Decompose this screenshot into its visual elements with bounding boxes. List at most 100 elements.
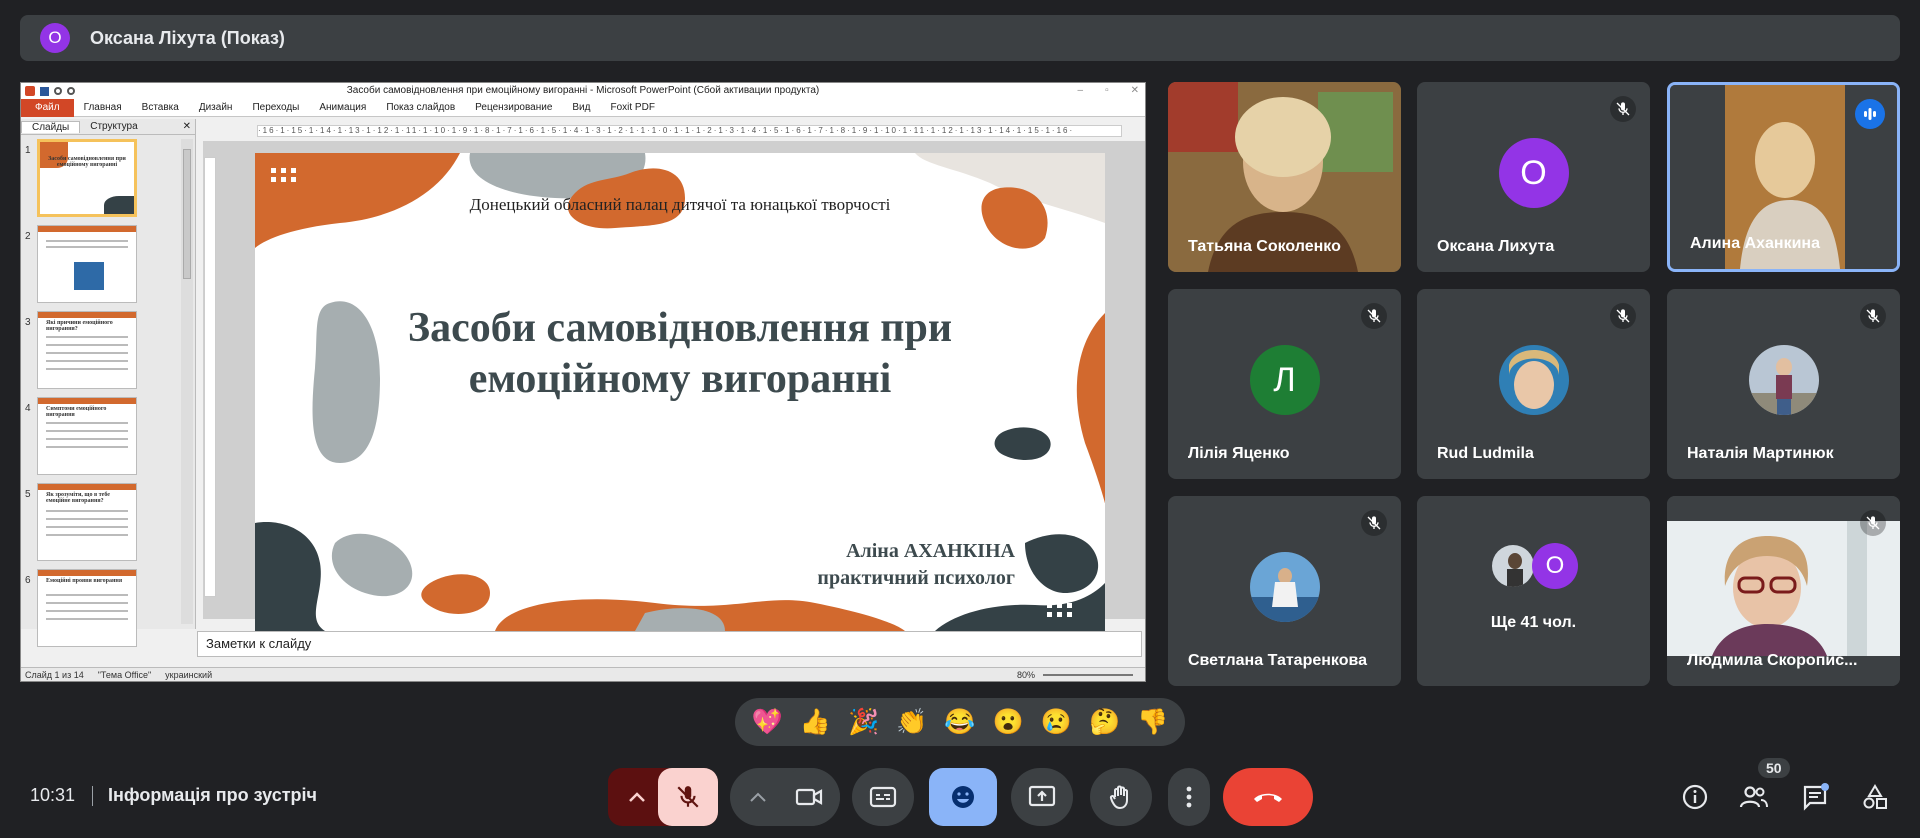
slide-thumbnail[interactable] <box>37 225 137 303</box>
close-icon[interactable]: ✕ <box>1131 85 1139 96</box>
participant-photo-avatar <box>1498 345 1569 416</box>
participant-avatar: О <box>1498 138 1569 209</box>
leave-call-button[interactable] <box>1223 768 1313 826</box>
tab-home[interactable]: Главная <box>74 102 132 113</box>
maximize-icon[interactable]: ▫ <box>1105 85 1109 96</box>
tab-view[interactable]: Вид <box>562 102 600 113</box>
thumb-number: 3 <box>25 317 31 328</box>
emoji-button[interactable] <box>929 768 997 826</box>
mic-off-icon <box>1361 510 1387 536</box>
language[interactable]: украинский <box>165 670 212 680</box>
reaction-thumbs-down[interactable]: 👎 <box>1137 708 1168 737</box>
author-role: практичний психолог <box>817 567 1015 589</box>
current-slide[interactable]: Донецький обласний палац дитячої та юнац… <box>255 153 1105 631</box>
participant-photo-avatar <box>1490 543 1536 589</box>
reaction-heart[interactable]: 💖 <box>752 708 783 737</box>
thumb-number: 6 <box>25 575 31 586</box>
participant-name: Rud Ludmila <box>1437 445 1534 462</box>
participant-name: Оксана Лихута <box>1437 238 1555 255</box>
chevron-up-icon <box>629 792 645 802</box>
presenter-name: Оксана Ліхута (Показ) <box>90 27 285 48</box>
thumb-number: 2 <box>25 231 31 242</box>
participant-tile[interactable]: Людмила Скоропис... <box>1667 496 1900 686</box>
raise-hand-button[interactable] <box>1090 768 1152 826</box>
slide-thumbnail[interactable]: Як зрозуміти, що в тебе емоційне вигоран… <box>37 483 137 561</box>
thumb-title: Засоби самовідновлення при емоційному ви… <box>48 156 126 168</box>
reaction-party[interactable]: 🎉 <box>848 708 879 737</box>
tab-design[interactable]: Дизайн <box>189 102 243 113</box>
tab-animations[interactable]: Анимация <box>309 102 376 113</box>
mic-off-icon <box>677 786 699 808</box>
participant-tile[interactable]: Наталія Мартинюк <box>1667 289 1900 479</box>
tab-foxit[interactable]: Foxit PDF <box>600 102 664 113</box>
people-button[interactable] <box>1725 768 1783 826</box>
tab-file[interactable]: Файл <box>21 98 74 117</box>
participant-tile[interactable]: Татьяна Соколенко <box>1168 82 1401 272</box>
participant-tile[interactable]: Л Лілія Яценко <box>1168 289 1401 479</box>
present-screen-icon <box>1028 785 1056 807</box>
thumbnails-scrollbar[interactable] <box>181 139 193 624</box>
tab-slides[interactable]: Слайды <box>21 120 81 133</box>
decor-dots <box>1047 603 1077 617</box>
captions-icon <box>869 786 897 808</box>
more-participants-tile[interactable]: О Ще 41 чол. <box>1417 496 1650 686</box>
participant-name: Татьяна Соколенко <box>1188 238 1341 255</box>
tab-outline[interactable]: Структура <box>80 121 147 132</box>
minimize-icon[interactable]: – <box>1078 85 1084 96</box>
zoom-level[interactable]: 80% <box>1017 670 1035 680</box>
participant-tile[interactable]: Rud Ludmila <box>1417 289 1650 479</box>
window-buttons: – ▫ ✕ <box>1078 85 1140 96</box>
tab-slideshow[interactable]: Показ слайдов <box>376 102 465 113</box>
vertical-ruler <box>204 157 216 597</box>
participant-tile-speaking[interactable]: Алина Аханкина <box>1667 82 1900 272</box>
tab-transitions[interactable]: Переходы <box>242 102 309 113</box>
chat-icon <box>1803 783 1829 811</box>
present-button[interactable] <box>1011 768 1073 826</box>
slide-author: Аліна АХАНКІНА практичний психолог <box>817 538 1015 592</box>
slide-thumbnail[interactable]: Емоційні прояви вигорання <box>37 569 137 647</box>
slide-thumbnail[interactable]: Які причини емоційного вигорання? <box>37 311 137 389</box>
reaction-thumbs-up[interactable]: 👍 <box>800 708 831 737</box>
close-pane-icon[interactable]: ✕ <box>173 121 195 132</box>
chevron-up-icon <box>750 792 766 802</box>
activities-icon <box>1863 784 1887 809</box>
zoom-slider[interactable] <box>1043 673 1133 676</box>
participant-photo-avatar <box>1748 345 1819 416</box>
mic-off-icon <box>1860 303 1886 329</box>
meeting-details-link[interactable]: Інформація про зустріч <box>108 785 317 806</box>
mic-off-icon <box>1361 303 1387 329</box>
ppt-status-bar: Слайд 1 из 14 "Тема Office" украинский 8… <box>21 667 1145 681</box>
camera-button[interactable] <box>778 768 840 826</box>
more-participants-label: Ще 41 чол. <box>1490 614 1577 631</box>
more-options-button[interactable] <box>1168 768 1210 826</box>
thumb-number: 5 <box>25 489 31 500</box>
activities-button[interactable] <box>1846 768 1904 826</box>
participant-name: Алина Аханкина <box>1690 235 1820 252</box>
meeting-info-button[interactable] <box>1666 768 1724 826</box>
reaction-sad[interactable]: 😢 <box>1041 708 1072 737</box>
notes-field[interactable]: Заметки к слайду <box>197 631 1142 657</box>
reaction-laugh[interactable]: 😂 <box>944 708 975 737</box>
participant-name: Наталія Мартинюк <box>1687 445 1834 462</box>
more-vert-icon <box>1186 786 1192 808</box>
slide-thumbnail[interactable]: Засоби самовідновлення при емоційному ви… <box>37 139 137 217</box>
participant-tile[interactable]: О Оксана Лихута <box>1417 82 1650 272</box>
participant-name: Светлана Татаренкова <box>1188 652 1367 669</box>
divider <box>92 786 93 806</box>
reaction-thinking[interactable]: 🤔 <box>1089 708 1120 737</box>
participant-tile[interactable]: Светлана Татаренкова <box>1168 496 1401 686</box>
tab-insert[interactable]: Вставка <box>132 102 189 113</box>
thumb-number: 4 <box>25 403 31 414</box>
slide-thumbnail[interactable]: Симптоми емоційного вигорання <box>37 397 137 475</box>
slide-heading: Засоби самовідновлення при емоційному ви… <box>407 305 953 402</box>
reaction-clap[interactable]: 👏 <box>896 708 927 737</box>
thumb-title: Які причини емоційного вигорання? <box>46 320 113 332</box>
presentation-window: Засоби самовідновлення при емоційному ви… <box>20 82 1146 682</box>
reaction-surprised[interactable]: 😮 <box>993 708 1024 737</box>
hand-icon <box>1109 785 1128 810</box>
microphone-button[interactable] <box>658 768 718 826</box>
mic-off-icon <box>1610 96 1636 122</box>
chat-button[interactable] <box>1786 768 1844 826</box>
captions-button[interactable] <box>852 768 914 826</box>
tab-review[interactable]: Рецензирование <box>465 102 562 113</box>
